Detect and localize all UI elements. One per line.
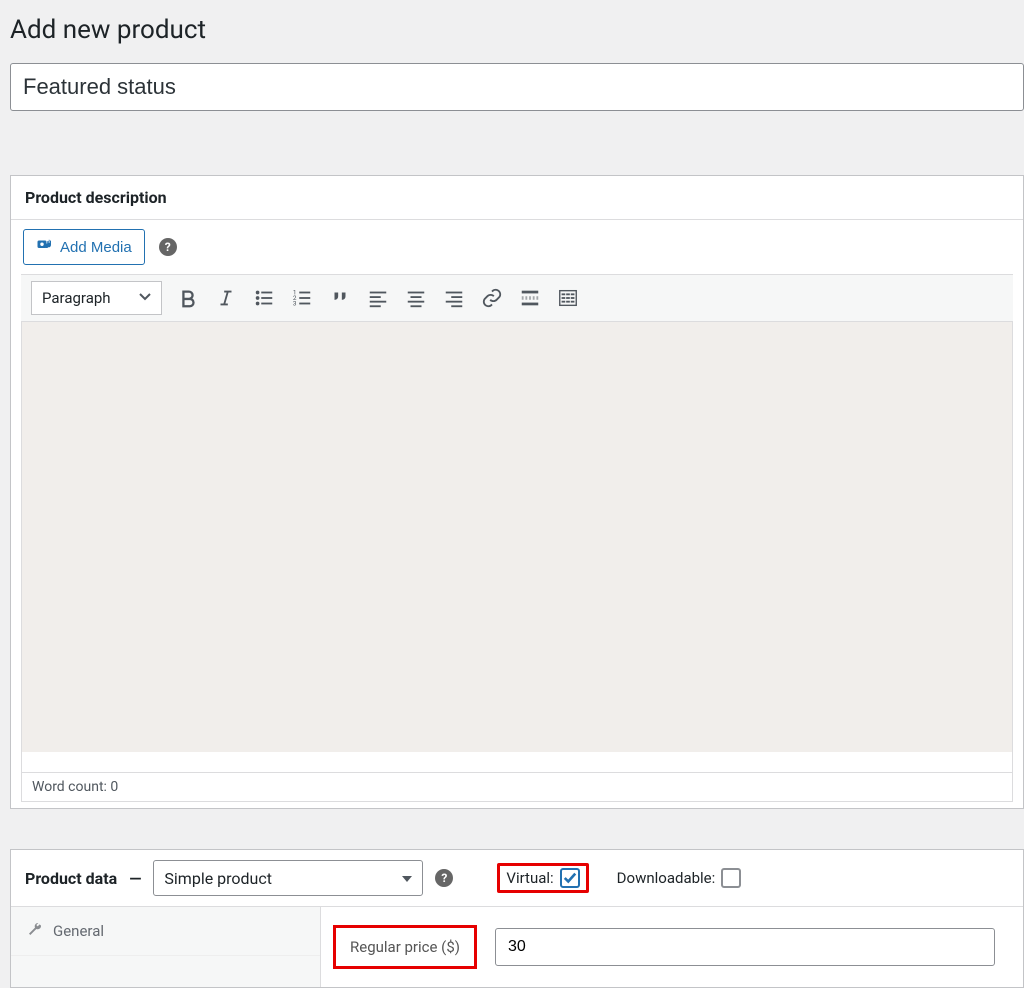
bullet-list-button[interactable] xyxy=(252,286,276,310)
add-media-button[interactable]: Add Media xyxy=(23,229,145,265)
product-type-select[interactable]: Simple product xyxy=(153,860,423,896)
tab-general[interactable]: General xyxy=(11,907,320,956)
help-icon[interactable]: ? xyxy=(159,238,177,256)
format-select-value: Paragraph xyxy=(42,289,111,307)
link-button[interactable] xyxy=(480,286,504,310)
align-right-button[interactable] xyxy=(442,286,466,310)
editor-content-area[interactable] xyxy=(21,322,1013,752)
editor-bottom-gap xyxy=(21,752,1013,772)
editor-toolbar: Paragraph 123 xyxy=(21,274,1013,322)
format-select[interactable]: Paragraph xyxy=(31,281,162,315)
product-title-input[interactable] xyxy=(10,63,1024,111)
add-media-label: Add Media xyxy=(60,239,132,256)
read-more-button[interactable] xyxy=(518,286,542,310)
product-data-tabs: General xyxy=(11,907,321,987)
product-description-header: Product description xyxy=(11,176,1023,220)
media-toolbar-row: Add Media ? xyxy=(11,220,1023,274)
product-data-body: General Regular price ($) xyxy=(11,907,1023,987)
product-description-panel: Product description Add Media ? Paragrap… xyxy=(10,175,1024,809)
product-type-help-icon[interactable]: ? xyxy=(435,869,453,887)
product-data-header: Product data — Simple product ? Virtual:… xyxy=(11,850,1023,907)
page-title: Add new product xyxy=(10,0,1024,63)
dash-separator: — xyxy=(129,869,141,888)
numbered-list-button[interactable]: 123 xyxy=(290,286,314,310)
virtual-option-highlight: Virtual: xyxy=(497,863,588,893)
downloadable-checkbox[interactable] xyxy=(721,868,741,888)
virtual-checkbox[interactable] xyxy=(560,868,580,888)
align-left-button[interactable] xyxy=(366,286,390,310)
italic-button[interactable] xyxy=(214,286,238,310)
wrench-icon xyxy=(27,921,43,941)
chevron-down-icon xyxy=(139,289,151,307)
camera-music-icon xyxy=(36,236,54,258)
align-center-button[interactable] xyxy=(404,286,428,310)
virtual-label: Virtual: xyxy=(506,869,553,887)
product-data-heading: Product data xyxy=(25,869,117,888)
regular-price-label: Regular price ($) xyxy=(350,938,460,956)
tab-general-label: General xyxy=(53,922,104,940)
bold-button[interactable] xyxy=(176,286,200,310)
blockquote-button[interactable] xyxy=(328,286,352,310)
svg-text:3: 3 xyxy=(292,299,296,307)
product-type-selected-value: Simple product xyxy=(164,869,272,888)
regular-price-label-highlight: Regular price ($) xyxy=(333,925,477,969)
product-data-panel: Product data — Simple product ? Virtual:… xyxy=(10,849,1024,988)
product-data-content: Regular price ($) xyxy=(321,907,1023,987)
downloadable-label: Downloadable: xyxy=(617,869,716,887)
editor-status-bar: Word count: 0 xyxy=(21,772,1013,802)
regular-price-input[interactable] xyxy=(495,928,995,966)
toolbar-toggle-button[interactable] xyxy=(556,286,580,310)
